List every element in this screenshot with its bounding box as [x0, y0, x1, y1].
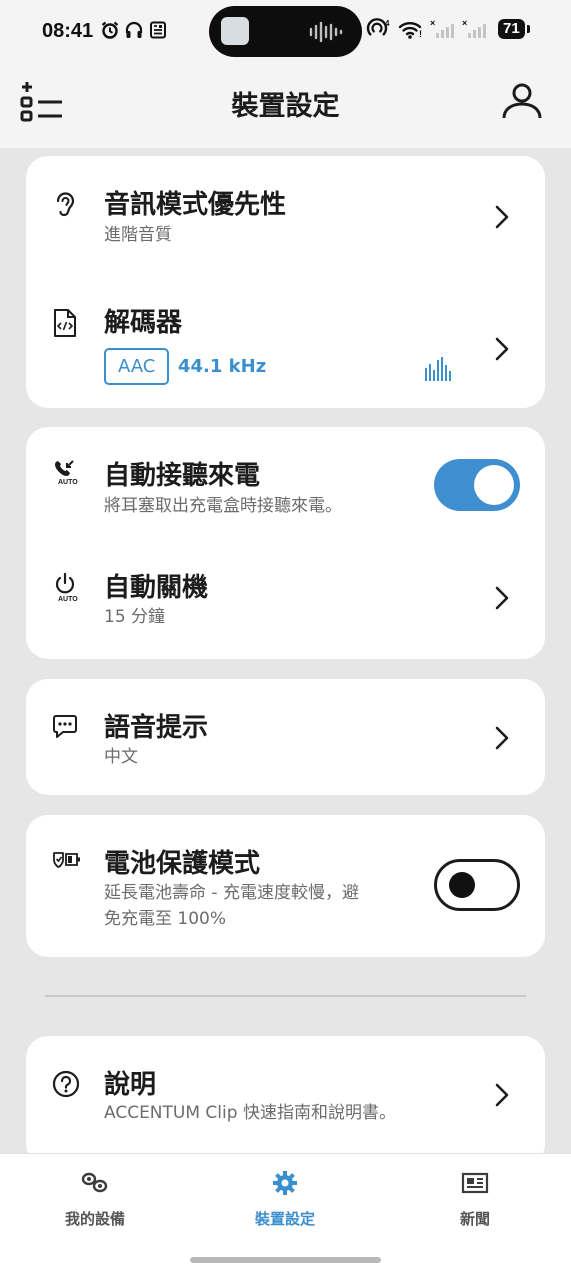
auto-answer-toggle[interactable] [434, 459, 520, 511]
voice-prompt-card: 語音提示 中文 [26, 679, 545, 795]
audio-priority-row[interactable]: 音訊模式優先性 進階音質 [26, 156, 545, 280]
chevron-right-icon [495, 1083, 509, 1107]
tab-label: 我的設備 [64, 1210, 125, 1228]
battery-protect-toggle[interactable] [434, 859, 520, 911]
battery-level: 71 [498, 19, 530, 39]
battery-protect-description-line1: 延長電池壽命 - 充電速度較慢，避 [104, 883, 359, 903]
tab-my-devices[interactable]: 我的設備 [25, 1168, 165, 1229]
audio-priority-title: 音訊模式優先性 [104, 190, 287, 220]
home-indicator[interactable] [190, 1257, 381, 1263]
earbuds-icon [81, 1172, 108, 1193]
audio-quality-bars-icon [425, 357, 451, 381]
battery-shield-icon [53, 852, 80, 868]
battery-protect-row: 電池保護模式 延長電池壽命 - 充電速度較慢，避 免充電至 100% [26, 815, 545, 957]
settings-content[interactable]: 音訊模式優先性 進階音質 解碼器 AAC 44.1 kHz AUTO 自動接聽來… [0, 148, 571, 1153]
voice-prompt-row[interactable]: 語音提示 中文 [26, 679, 545, 795]
audio-settings-card: 音訊模式優先性 進階音質 解碼器 AAC 44.1 kHz [26, 156, 545, 408]
auto-answer-title: 自動接聽來電 [104, 461, 261, 491]
battery-protect-title: 電池保護模式 [104, 849, 261, 879]
tab-news[interactable]: 新聞 [405, 1168, 545, 1229]
help-card: 說明 ACCENTUM Clip 快速指南和說明書。 [26, 1036, 545, 1153]
signal-icon-2: × [462, 18, 486, 38]
gear-icon [273, 1171, 297, 1195]
chevron-right-icon [495, 205, 509, 229]
sim-card-icon [150, 21, 166, 39]
auto-off-row[interactable]: AUTO 自動關機 15 分鐘 [26, 543, 545, 659]
newspaper-icon [461, 1172, 489, 1194]
toggle-knob [449, 872, 475, 898]
chevron-right-icon [495, 586, 509, 610]
tab-label: 新聞 [459, 1210, 490, 1228]
hotspot-icon: 4 [366, 18, 390, 36]
auto-answer-row: AUTO 自動接聽來電 將耳塞取出充電盒時接聽來電。 [26, 427, 545, 543]
app-header: 裝置設定 [0, 64, 571, 148]
account-button[interactable] [501, 82, 543, 126]
battery-protect-card: 電池保護模式 延長電池壽命 - 充電速度較慢，避 免充電至 100% [26, 815, 545, 957]
sample-rate: 44.1 kHz [178, 356, 267, 377]
audio-priority-value: 進階音質 [104, 225, 172, 245]
auto-answer-description: 將耳塞取出充電盒時接聽來電。 [104, 496, 342, 516]
user-icon [502, 83, 542, 119]
help-description: ACCENTUM Clip 快速指南和說明書。 [104, 1103, 396, 1123]
ear-icon [56, 192, 75, 217]
speech-bubble-icon [53, 715, 77, 738]
tab-device-settings[interactable]: 裝置設定 [215, 1168, 355, 1229]
dynamic-island[interactable] [209, 6, 362, 57]
chevron-right-icon [495, 726, 509, 750]
wifi-icon: ! [398, 22, 422, 39]
audio-waveform-icon [309, 21, 343, 43]
auto-off-title: 自動關機 [104, 573, 209, 603]
call-power-card: AUTO 自動接聽來電 將耳塞取出充電盒時接聽來電。 AUTO 自動關機 15 … [26, 427, 545, 659]
tab-label: 裝置設定 [254, 1210, 315, 1228]
battery-protect-description-line2: 免充電至 100% [104, 909, 227, 929]
auto-off-value: 15 分鐘 [104, 607, 166, 627]
auto-answer-call-icon [55, 460, 74, 476]
chevron-right-icon [495, 337, 509, 361]
status-right-icons: 4 ! × × 71 [366, 18, 530, 40]
status-left-icons [100, 20, 168, 40]
media-thumbnail [221, 17, 249, 45]
svg-text:4: 4 [385, 19, 390, 28]
svg-text:×: × [462, 18, 467, 28]
voice-prompt-title: 語音提示 [104, 713, 209, 743]
section-divider [45, 995, 526, 997]
code-file-icon [54, 309, 76, 337]
voice-prompt-value: 中文 [104, 747, 138, 767]
codec-title: 解碼器 [104, 308, 183, 338]
help-title: 說明 [104, 1070, 157, 1100]
status-time: 08:41 [42, 20, 94, 42]
help-icon [52, 1070, 80, 1098]
help-row[interactable]: 說明 ACCENTUM Clip 快速指南和說明書。 [26, 1036, 545, 1153]
svg-text:×: × [430, 18, 435, 28]
toggle-knob [474, 465, 514, 505]
codec-row[interactable]: 解碼器 AAC 44.1 kHz [26, 280, 545, 408]
signal-icon-1: × [430, 18, 454, 38]
auto-off-badge: AUTO [58, 596, 78, 603]
page-title: 裝置設定 [231, 91, 340, 122]
power-icon [55, 573, 75, 594]
codec-badge: AAC [104, 348, 170, 385]
alarm-icon [101, 21, 119, 39]
status-bar: 08:41 4 ! × × 71 [0, 0, 571, 64]
headphones-icon [125, 21, 143, 38]
svg-text:!: ! [419, 29, 422, 39]
auto-answer-badge: AUTO [58, 479, 78, 486]
